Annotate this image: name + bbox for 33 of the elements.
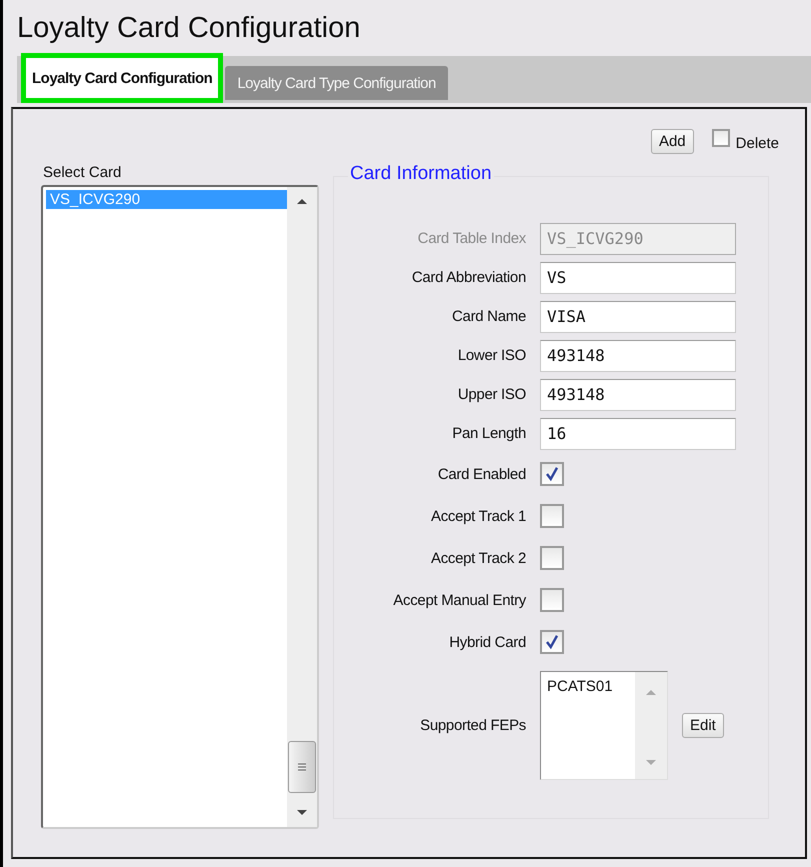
field-label: Card Name <box>451 308 526 325</box>
field-label: Supported FEPs <box>419 717 526 734</box>
delete-label: Delete <box>736 134 779 152</box>
input-field[interactable]: VISA <box>540 300 736 332</box>
delete-checkbox[interactable] <box>712 129 730 147</box>
field-label: Lower ISO <box>456 347 526 364</box>
field-label: Upper ISO <box>456 386 526 403</box>
field-label: Card Enabled <box>436 466 526 482</box>
tab[interactable]: Loyalty Card Configuration <box>21 53 224 103</box>
input-field[interactable]: 16 <box>540 418 736 450</box>
scroll-down-icon[interactable] <box>296 809 308 817</box>
field-label: Card Table Index <box>416 230 526 247</box>
field-label: Pan Length <box>451 425 526 442</box>
field-label: Card Abbreviation <box>410 269 526 286</box>
checkbox[interactable] <box>540 630 564 654</box>
checkbox[interactable] <box>540 546 564 570</box>
scroll-up-icon[interactable] <box>296 197 308 205</box>
edit-button[interactable]: Edit <box>682 713 724 738</box>
input-field[interactable]: VS <box>540 262 736 294</box>
scroll-thumb[interactable] <box>288 741 316 793</box>
checkbox[interactable] <box>540 504 564 528</box>
select-card-label: Select Card <box>43 164 122 181</box>
field-label: Accept Track 2 <box>430 550 526 566</box>
checkbox[interactable] <box>540 588 564 612</box>
checkbox[interactable] <box>540 462 564 486</box>
window-title: Loyalty Card Configuration <box>16 11 362 46</box>
field-label: Hybrid Card <box>448 634 526 650</box>
add-button[interactable]: Add <box>650 129 694 154</box>
input-field[interactable]: 493148 <box>540 340 736 372</box>
fep-list-item[interactable]: PCATS01 <box>547 678 629 695</box>
field-label: Accept Manual Entry <box>392 592 526 608</box>
field-label: Accept Track 1 <box>430 508 526 524</box>
input-field[interactable]: 493148 <box>540 378 736 410</box>
